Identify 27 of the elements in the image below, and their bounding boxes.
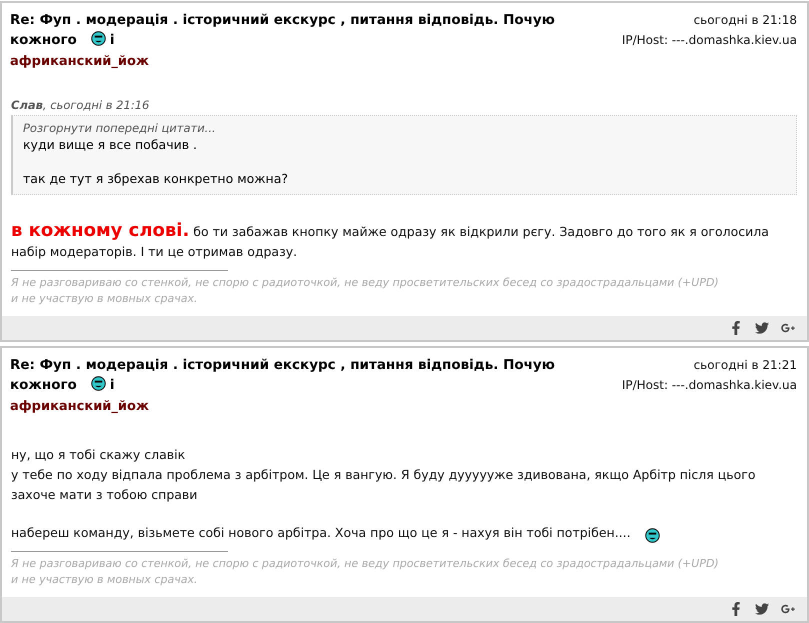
bird-icon[interactable]	[755, 321, 769, 335]
post-time: сьогодні в 21:21	[694, 357, 797, 374]
post-time: сьогодні в 21:18	[694, 12, 797, 29]
post-text: ну, що я тобі скажу славік у тебе по ходу відпала проблема з арбітром. Це я вангую. Я буду дуууууже здивована, якщо Арбітр після цього захоче мати з тобою справи	[11, 446, 756, 504]
smiley-icon	[90, 376, 106, 391]
post-title: кожного	[10, 377, 77, 393]
post-title: Re: Фуп . модерація . історичний екскурс , питання відповідь. Почую	[10, 357, 555, 373]
post-host: IP/Host: ---.domashka.kiev.ua	[622, 32, 797, 49]
quote-text: куди вище я все побачив .	[23, 136, 198, 154]
quote-text: так де тут я збрехав конкретно можна?	[23, 170, 290, 188]
google-plus-icon[interactable]	[781, 602, 795, 616]
post-text: набереш команду, візьмете собі нового арбітра. Хоча про що це я - нахуя він тобі потрібен....	[11, 524, 631, 542]
bird-icon[interactable]	[755, 602, 769, 616]
google-plus-icon[interactable]	[781, 321, 795, 335]
post-title: кожного	[10, 32, 77, 48]
smiley-icon	[90, 31, 106, 46]
quote-author: Слав, сьогодні в 21:16	[11, 98, 150, 112]
signature-text: Я не разговариваю со стенкой, не спорю с радиоточкой, не веду просветительских бесед со зрадострадальцами (+UPD) и не участвую в мовных срачах.	[11, 556, 720, 588]
author-name[interactable]: африканский_йож	[10, 53, 149, 70]
post-title: Re: Фуп . модерація . історичний екскурс , питання відповідь. Почую	[10, 12, 555, 28]
post-text: в кожному слові. бо ти забажав кнопку майже одразу як відкрили рєгу. Задовго до того як я оголосила набір модераторів. І ти це отримав одразу.	[11, 221, 770, 261]
post-title: і	[110, 377, 114, 393]
expand-quotes-link[interactable]: Розгорнути попередні цитати...	[23, 120, 788, 136]
post-host: IP/Host: ---.domashka.kiev.ua	[622, 377, 797, 394]
signature-text: Я не разговариваю со стенкой, не спорю с радиоточкой, не веду просветительских бесед со зрадострадальцами (+UPD) и не участвую в мовных срачах.	[11, 275, 720, 307]
post-title: і	[110, 32, 114, 48]
author-name[interactable]: африканский_йож	[10, 398, 149, 415]
